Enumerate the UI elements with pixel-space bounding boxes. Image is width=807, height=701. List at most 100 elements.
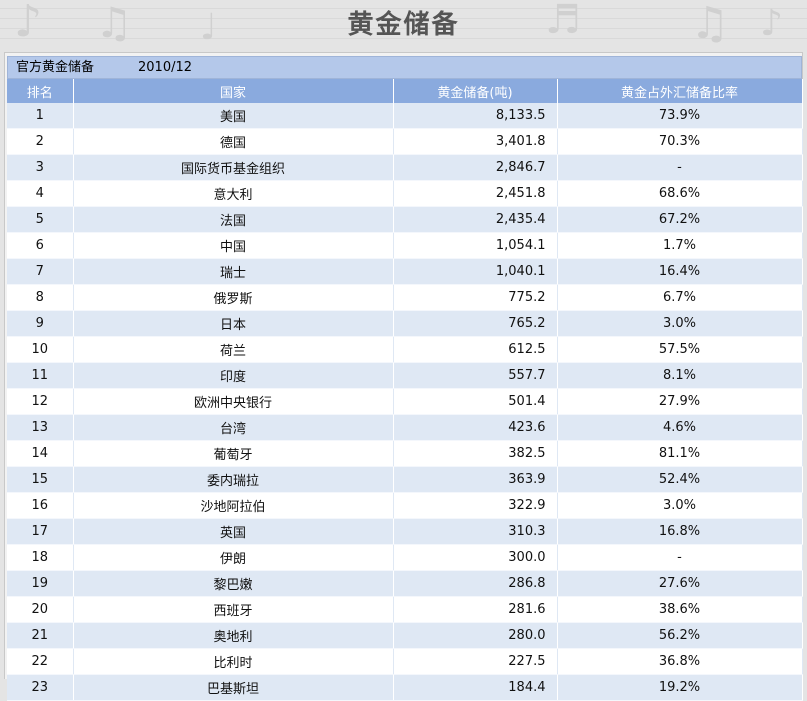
table-row: 15 委内瑞拉 363.9 52.4%	[7, 466, 803, 493]
country-cell: 法国	[73, 206, 394, 233]
info-date: 2010/12	[138, 60, 193, 75]
ratio-cell: 67.2%	[557, 206, 803, 233]
table-row: 9 日本 765.2 3.0%	[7, 310, 803, 337]
info-bar: 官方黄金储备 2010/12	[7, 56, 802, 79]
column-header-country[interactable]: 国家	[73, 79, 394, 103]
table-row: 10 荷兰 612.5 57.5%	[7, 336, 803, 363]
column-header-rank[interactable]: 排名	[7, 79, 74, 103]
gold-cell: 2,846.7	[393, 154, 558, 181]
country-cell: 比利时	[73, 648, 394, 675]
page-title: 黄金储备	[347, 10, 460, 40]
gold-cell: 310.3	[393, 518, 558, 545]
rank-cell: 20	[7, 596, 74, 623]
rank-cell: 14	[7, 440, 74, 467]
table-row: 7 瑞士 1,040.1 16.4%	[7, 258, 803, 285]
rank-cell: 12	[7, 388, 74, 415]
ratio-cell: 70.3%	[557, 128, 803, 155]
ratio-cell: 3.0%	[557, 492, 803, 519]
rank-cell: 21	[7, 622, 74, 649]
gold-cell: 1,040.1	[393, 258, 558, 285]
table-row: 1 美国 8,133.5 73.9%	[7, 103, 803, 129]
gold-cell: 2,451.8	[393, 180, 558, 207]
table-row: 21 奥地利 280.0 56.2%	[7, 622, 803, 649]
table-row: 11 印度 557.7 8.1%	[7, 362, 803, 389]
gold-cell: 286.8	[393, 570, 558, 597]
rank-cell: 5	[7, 206, 74, 233]
table-row: 3 国际货币基金组织 2,846.7-	[7, 154, 803, 181]
table-row: 2 德国 3,401.8 70.3%	[7, 128, 803, 155]
rank-cell: 8	[7, 284, 74, 311]
ratio-cell: 56.2%	[557, 622, 803, 649]
country-cell: 欧洲中央银行	[73, 388, 394, 415]
country-cell: 德国	[73, 128, 394, 155]
ratio-cell: 38.6%	[557, 596, 803, 623]
gold-cell: 765.2	[393, 310, 558, 337]
ratio-cell: 8.1%	[557, 362, 803, 389]
country-cell: 葡萄牙	[73, 440, 394, 467]
rank-cell: 17	[7, 518, 74, 545]
rank-cell: 3	[7, 154, 74, 181]
gold-cell: 8,133.5	[393, 103, 558, 129]
country-cell: 印度	[73, 362, 394, 389]
country-cell: 西班牙	[73, 596, 394, 623]
table-row: 20 西班牙 281.6 38.6%	[7, 596, 803, 623]
country-cell: 意大利	[73, 180, 394, 207]
ratio-cell: -	[557, 544, 803, 571]
country-cell: 奥地利	[73, 622, 394, 649]
rank-cell: 15	[7, 466, 74, 493]
column-header-gold[interactable]: 黄金储备(吨)	[393, 79, 558, 103]
rank-cell: 13	[7, 414, 74, 441]
table-row: 14 葡萄牙 382.5 81.1%	[7, 440, 803, 467]
table-body: 1 美国 8,133.5 73.9% 2 德国 3,401.8 70.3% 3 国际货币基金组织 2…	[7, 103, 803, 701]
table-row: 5 法国 2,435.4 67.2%	[7, 206, 803, 233]
column-header-ratio[interactable]: 黄金占外汇储备比率	[557, 79, 803, 103]
country-cell: 美国	[73, 103, 394, 129]
rank-cell: 11	[7, 362, 74, 389]
gold-cell: 1,054.1	[393, 232, 558, 259]
ratio-cell: 68.6%	[557, 180, 803, 207]
country-cell: 沙地阿拉伯	[73, 492, 394, 519]
table-row: 13 台湾 423.6 4.6%	[7, 414, 803, 441]
rank-cell: 2	[7, 128, 74, 155]
rank-cell: 6	[7, 232, 74, 259]
table-row: 16 沙地阿拉伯 322.9 3.0%	[7, 492, 803, 519]
country-cell: 日本	[73, 310, 394, 337]
gold-cell: 281.6	[393, 596, 558, 623]
ratio-cell: 16.8%	[557, 518, 803, 545]
ratio-cell: 27.9%	[557, 388, 803, 415]
ratio-cell: 19.2%	[557, 674, 803, 701]
ratio-cell: 6.7%	[557, 284, 803, 311]
ratio-cell: 52.4%	[557, 466, 803, 493]
gold-cell: 382.5	[393, 440, 558, 467]
table-row: 6 中国 1,054.1 1.7%	[7, 232, 803, 259]
gold-cell: 775.2	[393, 284, 558, 311]
table-row: 4 意大利 2,451.8 68.6%	[7, 180, 803, 207]
country-cell: 巴基斯坦	[73, 674, 394, 701]
rank-cell: 18	[7, 544, 74, 571]
gold-cell: 300.0	[393, 544, 558, 571]
ratio-cell: 73.9%	[557, 103, 803, 129]
gold-cell: 423.6	[393, 414, 558, 441]
country-cell: 荷兰	[73, 336, 394, 363]
gold-cell: 227.5	[393, 648, 558, 675]
rank-cell: 22	[7, 648, 74, 675]
rank-cell: 4	[7, 180, 74, 207]
ratio-cell: 1.7%	[557, 232, 803, 259]
country-cell: 黎巴嫩	[73, 570, 394, 597]
ratio-cell: 57.5%	[557, 336, 803, 363]
gold-cell: 280.0	[393, 622, 558, 649]
table-header-row: 排名 国家 黄金储备(吨) 黄金占外汇储备比率	[7, 79, 803, 103]
gold-reserve-table: 排名 国家 黄金储备(吨) 黄金占外汇储备比率 1 美国 8,133.5 73.9% 2…	[7, 79, 803, 701]
ratio-cell: 16.4%	[557, 258, 803, 285]
table-row: 22 比利时 227.5 36.8%	[7, 648, 803, 675]
rank-cell: 7	[7, 258, 74, 285]
rank-cell: 23	[7, 674, 74, 701]
info-label: 官方黄金储备	[16, 60, 95, 75]
ratio-cell: 27.6%	[557, 570, 803, 597]
gold-cell: 501.4	[393, 388, 558, 415]
country-cell: 中国	[73, 232, 394, 259]
rank-cell: 16	[7, 492, 74, 519]
ratio-cell: -	[557, 154, 803, 181]
country-cell: 伊朗	[73, 544, 394, 571]
gold-cell: 184.4	[393, 674, 558, 701]
